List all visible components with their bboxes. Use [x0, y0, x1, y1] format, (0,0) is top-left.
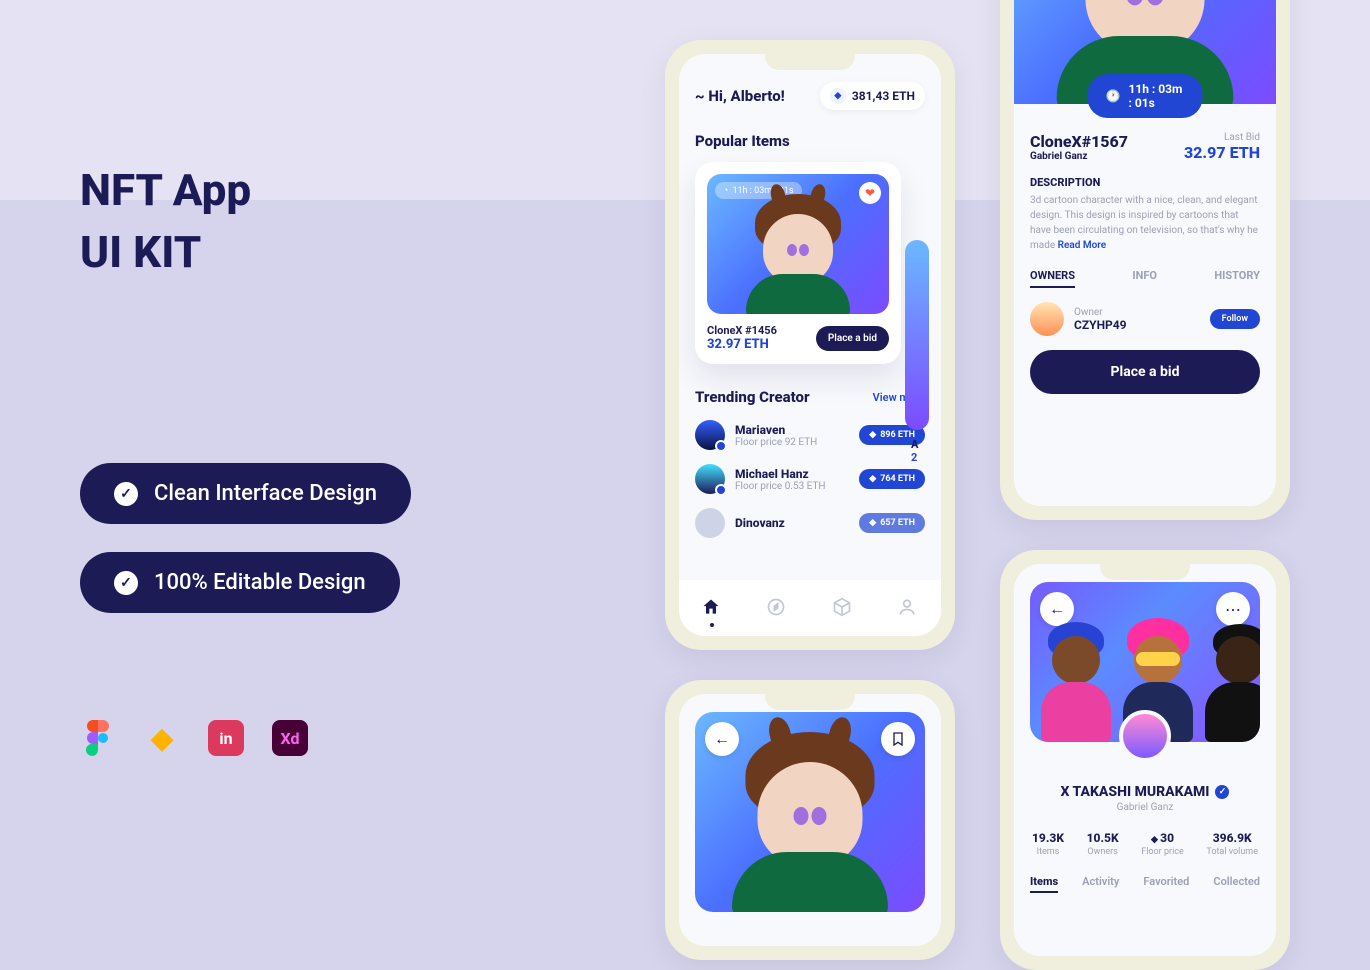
tab-explore-icon[interactable]: [766, 597, 788, 619]
profile-name: X TAKASHI MURAKAMI ✓: [1030, 784, 1260, 800]
headline-1: NFT App: [80, 160, 520, 222]
nft-card[interactable]: ◔ 11h : 03m : 01s ❤ CloneX #1456 32.97 E…: [695, 162, 901, 364]
tab-info[interactable]: INFO: [1132, 269, 1157, 288]
profile-stats: 19.3K Items 10.5K Owners ◆ 30 Floor price 3…: [1030, 831, 1260, 857]
profile-avatar[interactable]: [1119, 710, 1171, 762]
greeting: ~ Hi, Alberto!: [695, 87, 785, 105]
feature-pill-1-label: Clean Interface Design: [154, 481, 377, 506]
device-profile: ← ⋯ X TAKASHI MURAKAMI ✓ Gabriel Ganz 19…: [1000, 550, 1290, 970]
eth-icon: ◆: [830, 88, 846, 104]
nft-price: 32.97 ETH: [707, 337, 777, 352]
profile-tab-activity[interactable]: Activity: [1082, 875, 1119, 893]
profile-tab-items[interactable]: Items: [1030, 875, 1058, 893]
nft-name: CloneX#1567: [1030, 132, 1128, 151]
tab-profile-icon[interactable]: [897, 597, 919, 619]
check-icon: ✓: [114, 571, 138, 595]
description-heading: DESCRIPTION: [1030, 176, 1260, 189]
stat-label: Owners: [1087, 847, 1119, 857]
tab-history[interactable]: HISTORY: [1214, 269, 1260, 288]
creator-row[interactable]: Michael Hanz Floor price 0.53 ETH ◆764 E…: [695, 464, 925, 494]
stat-value: ◆ 30: [1141, 831, 1184, 845]
creator-sub: Floor price 92 ETH: [735, 437, 817, 448]
creator-sub: Floor price 0.53 ETH: [735, 481, 826, 492]
timer-value: 11h : 03m : 01s: [1128, 82, 1184, 110]
feature-pill-2: ✓ 100% Editable Design: [80, 552, 400, 613]
popular-heading: Popular Items: [695, 132, 925, 150]
creator-row[interactable]: Mariaven Floor price 92 ETH ◆896 ETH: [695, 420, 925, 450]
read-more-link[interactable]: Read More: [1058, 240, 1107, 251]
creator-avatar: [695, 420, 725, 450]
figma-icon: [80, 720, 116, 756]
nft-artwork: [728, 717, 893, 912]
last-bid-label: Last Bid: [1184, 132, 1260, 143]
creator-name: Mariaven: [735, 423, 817, 437]
follow-button[interactable]: Follow: [1210, 309, 1260, 329]
favorite-button[interactable]: ❤: [859, 182, 881, 204]
balance-value: 381,43 ETH: [852, 89, 915, 103]
owner-avatar: [1030, 302, 1064, 336]
tab-box-icon[interactable]: [832, 597, 854, 619]
sketch-icon: ◆: [144, 720, 180, 756]
xd-icon: Xd: [272, 720, 308, 756]
device-detail: 🕐 11h : 03m : 01s CloneX#1567 Gabriel Ga…: [1000, 0, 1290, 520]
description-text: 3d cartoon character with a nice, clean,…: [1030, 193, 1260, 253]
feature-pill-1: ✓ Clean Interface Design: [80, 463, 411, 524]
profile-tab-collected[interactable]: Collected: [1213, 875, 1260, 893]
nft-card-peek-meta: A 2: [911, 438, 918, 464]
nft-artwork: [743, 184, 853, 314]
stat-value: 19.3K: [1032, 831, 1064, 845]
last-bid-value: 32.97 ETH: [1184, 143, 1260, 162]
check-icon: ✓: [114, 482, 138, 506]
trending-heading: Trending Creator: [695, 388, 810, 406]
tab-owners[interactable]: OWNERS: [1030, 269, 1075, 288]
owner-row[interactable]: Owner CZYHP49 Follow: [1030, 302, 1260, 336]
timer-chip: 🕐 11h : 03m : 01s: [1088, 74, 1203, 118]
device-preview: ←: [665, 680, 955, 960]
creator-price: ◆764 ETH: [859, 469, 925, 489]
more-button[interactable]: ⋯: [1216, 592, 1250, 626]
back-button[interactable]: ←: [1040, 592, 1074, 626]
tab-home-icon[interactable]: [701, 597, 723, 619]
invision-icon: in: [208, 720, 244, 756]
place-bid-button[interactable]: Place a bid: [1030, 350, 1260, 394]
creator-avatar: [695, 508, 725, 538]
stat-label: Floor price: [1141, 847, 1184, 857]
verified-badge-icon: ✓: [1215, 785, 1229, 799]
stat-value: 396.9K: [1206, 831, 1258, 845]
creator-price: ◆657 ETH: [859, 513, 925, 533]
headline-2: UI KIT: [80, 222, 520, 284]
creator-name: Michael Hanz: [735, 467, 826, 481]
profile-subtitle: Gabriel Ganz: [1030, 802, 1260, 813]
nft-hero: ←: [695, 712, 925, 912]
clock-icon: 🕐: [1106, 89, 1121, 103]
feature-pill-2-label: 100% Editable Design: [154, 570, 366, 595]
device-home: ~ Hi, Alberto! ◆ 381,43 ETH Popular Item…: [665, 40, 955, 650]
nft-card-peek[interactable]: [905, 240, 929, 430]
creator-row[interactable]: Dinovanz ◆657 ETH: [695, 508, 925, 538]
stat-value: 10.5K: [1087, 831, 1119, 845]
place-bid-button[interactable]: Place a bid: [816, 326, 889, 351]
nft-creator: Gabriel Ganz: [1030, 151, 1128, 162]
tab-bar: [679, 580, 941, 636]
stat-label: Items: [1032, 847, 1064, 857]
clock-icon: ◔: [723, 185, 728, 196]
creator-name: Dinovanz: [735, 516, 785, 530]
creator-avatar: [695, 464, 725, 494]
balance-chip[interactable]: ◆ 381,43 ETH: [820, 82, 925, 110]
stat-label: Total volume: [1206, 847, 1258, 857]
profile-tab-favorited[interactable]: Favorited: [1143, 875, 1189, 893]
nft-title: CloneX #1456: [707, 324, 777, 337]
owner-label: Owner: [1074, 307, 1127, 318]
owner-name: CZYHP49: [1074, 318, 1127, 332]
